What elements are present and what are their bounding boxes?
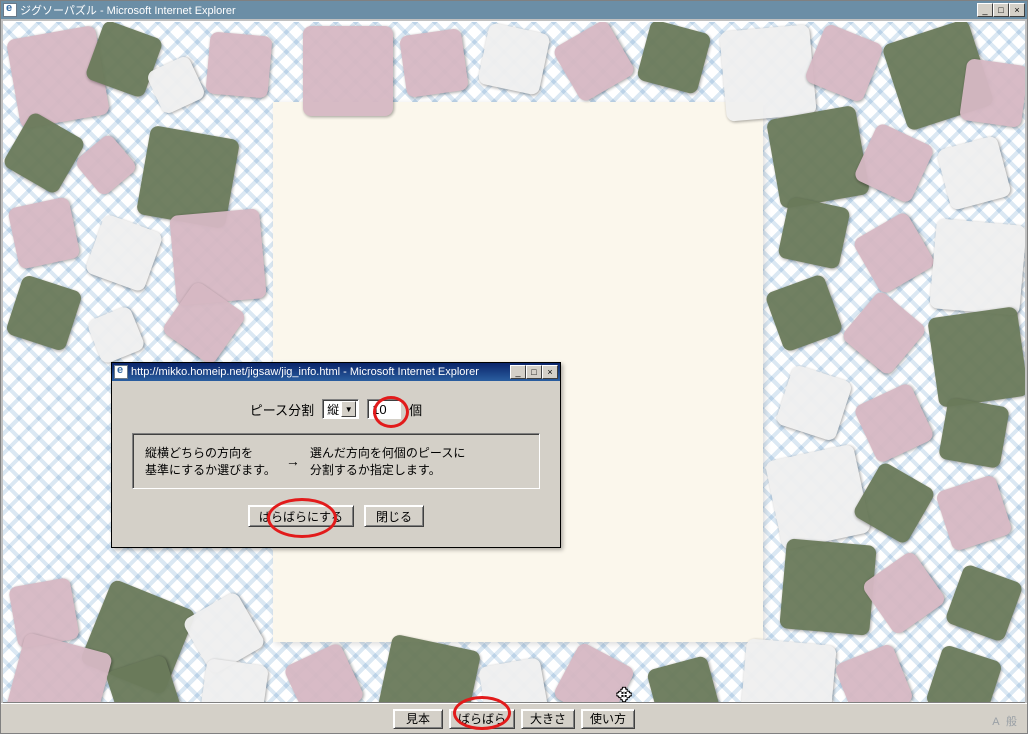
dialog-window-controls: _ □ × — [510, 365, 558, 379]
howto-button[interactable]: 使い方 — [581, 709, 635, 729]
window-controls: _ □ × — [977, 3, 1025, 17]
settings-dialog: http://mikko.homeip.net/jigsaw/jig_info.… — [111, 362, 561, 548]
dialog-titlebar: http://mikko.homeip.net/jigsaw/jig_info.… — [112, 363, 560, 381]
direction-selected: 縦 — [327, 401, 339, 418]
puzzle-piece[interactable] — [804, 23, 885, 104]
puzzle-piece[interactable] — [169, 208, 267, 306]
minimize-button[interactable]: _ — [977, 3, 993, 17]
main-window: ジグソーパズル - Microsoft Internet Explorer _ … — [0, 0, 1028, 734]
puzzle-piece[interactable] — [205, 31, 272, 98]
puzzle-piece[interactable] — [7, 196, 81, 270]
puzzle-piece[interactable] — [552, 21, 637, 103]
sample-button[interactable]: 見本 — [393, 709, 443, 729]
puzzle-piece[interactable] — [853, 382, 935, 464]
scatter-toolbar-button[interactable]: ばらばら — [449, 709, 515, 729]
puzzle-piece[interactable] — [86, 305, 146, 365]
ie-page-icon — [114, 365, 128, 379]
direction-select[interactable]: 縦 ▼ — [322, 399, 359, 419]
puzzle-piece[interactable] — [646, 655, 722, 703]
puzzle-piece[interactable] — [959, 58, 1025, 128]
puzzle-piece[interactable] — [719, 24, 817, 122]
puzzle-piece[interactable] — [779, 538, 877, 636]
close-button[interactable]: × — [1009, 3, 1025, 17]
puzzle-piece[interactable] — [199, 658, 269, 703]
puzzle-piece[interactable] — [935, 474, 1013, 552]
dialog-buttons: ばらばらにする 閉じる — [132, 505, 540, 527]
puzzle-piece[interactable] — [936, 135, 1012, 211]
puzzle-piece[interactable] — [84, 213, 163, 292]
piece-count-input[interactable] — [367, 399, 401, 419]
main-titlebar: ジグソーパズル - Microsoft Internet Explorer _ … — [1, 1, 1027, 19]
scatter-button[interactable]: ばらばらにする — [248, 505, 354, 527]
close-dialog-button[interactable]: 閉じる — [364, 505, 424, 527]
puzzle-piece[interactable] — [775, 364, 853, 442]
dialog-title: http://mikko.homeip.net/jigsaw/jig_info.… — [131, 366, 510, 378]
dialog-minimize-button[interactable]: _ — [510, 365, 526, 379]
puzzle-piece[interactable] — [834, 643, 915, 703]
help-right-text: 選んだ方向を何個のピースに 分割するか指定します。 — [310, 444, 465, 478]
main-title: ジグソーパズル - Microsoft Internet Explorer — [20, 2, 977, 18]
puzzle-piece[interactable] — [283, 642, 365, 703]
puzzle-piece[interactable] — [764, 273, 843, 352]
puzzle-piece[interactable] — [938, 397, 1010, 469]
puzzle-piece[interactable] — [777, 196, 851, 270]
puzzle-piece[interactable] — [303, 26, 393, 116]
puzzle-piece[interactable] — [840, 289, 927, 376]
bottom-toolbar: 見本 ばらばら 大きさ 使い方 A 般 — [1, 703, 1027, 733]
puzzle-piece[interactable] — [399, 28, 469, 98]
puzzle-piece[interactable] — [929, 218, 1025, 316]
help-left-text: 縦横どちらの方向を 基準にするか選びます。 — [145, 444, 276, 478]
puzzle-piece[interactable] — [552, 641, 636, 703]
puzzle-piece[interactable] — [5, 274, 83, 352]
puzzle-piece[interactable] — [852, 211, 937, 296]
puzzle-piece[interactable] — [477, 22, 551, 96]
puzzle-piece[interactable] — [636, 21, 712, 95]
ime-status: A 般 — [992, 713, 1019, 729]
help-box: 縦横どちらの方向を 基準にするか選びます。 → 選んだ方向を何個のピースに 分割… — [132, 433, 540, 489]
split-label: ピース分割 — [250, 400, 314, 419]
size-button[interactable]: 大きさ — [521, 709, 575, 729]
dialog-maximize-button[interactable]: □ — [526, 365, 542, 379]
puzzle-piece[interactable] — [944, 563, 1023, 642]
puzzle-piece[interactable] — [925, 644, 1003, 703]
unit-label: 個 — [409, 400, 422, 419]
dialog-body: ピース分割 縦 ▼ 個 縦横どちらの方向を 基準にするか選びます。 → 選んだ方… — [112, 381, 560, 547]
puzzle-piece[interactable] — [765, 444, 872, 551]
game-area[interactable]: ✥ http://mikko.homeip.net/jigsaw/jig_inf… — [3, 21, 1025, 703]
chevron-down-icon: ▼ — [341, 401, 356, 417]
puzzle-piece[interactable] — [766, 105, 870, 209]
split-row: ピース分割 縦 ▼ 個 — [132, 399, 540, 419]
puzzle-piece[interactable] — [375, 634, 482, 703]
puzzle-piece[interactable] — [478, 657, 550, 703]
ie-page-icon — [3, 3, 17, 17]
maximize-button[interactable]: □ — [993, 3, 1009, 17]
puzzle-piece[interactable] — [3, 111, 86, 196]
puzzle-piece[interactable] — [739, 638, 837, 703]
dialog-close-button[interactable]: × — [542, 365, 558, 379]
puzzle-piece[interactable] — [927, 306, 1025, 408]
arrow-right-icon: → — [286, 453, 300, 469]
